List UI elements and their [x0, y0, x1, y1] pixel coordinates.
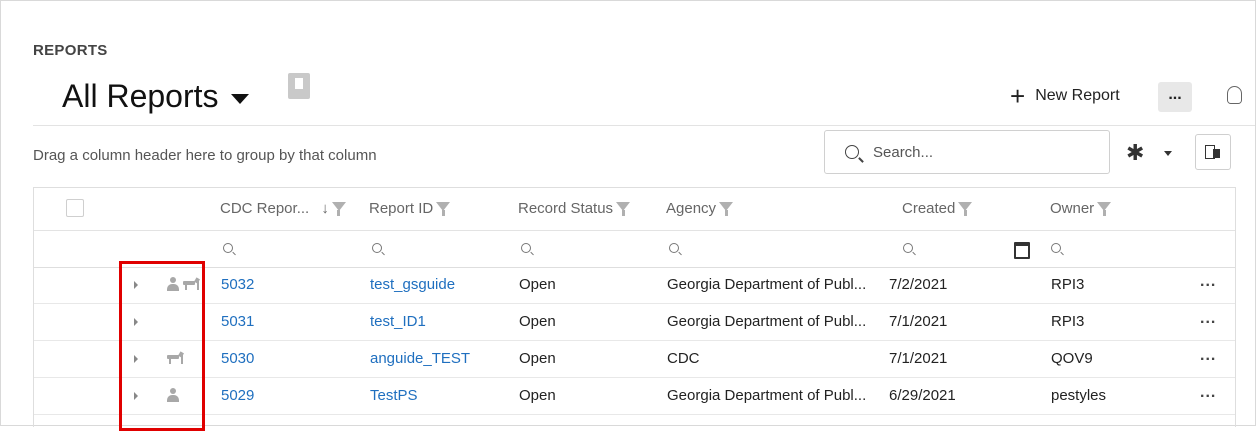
select-all-checkbox[interactable] — [66, 199, 84, 217]
row-actions-button[interactable]: ... — [1200, 304, 1216, 334]
search-icon — [845, 145, 859, 159]
column-header-record-status[interactable]: Record Status — [518, 188, 631, 230]
record-status: Open — [519, 387, 556, 404]
owner: RPI3 — [1051, 276, 1085, 293]
pin-icon[interactable] — [288, 73, 310, 99]
created-date: 7/2/2021 — [889, 276, 948, 293]
column-header-created[interactable]: Created — [902, 188, 973, 230]
new-report-label: New Report — [1035, 87, 1120, 104]
settings-caret-icon[interactable] — [1164, 151, 1172, 156]
agency: CDC — [667, 350, 700, 367]
row-actions-button[interactable]: ... — [1200, 267, 1216, 297]
cdc-report-link[interactable]: 5032 — [221, 267, 254, 303]
agency: Georgia Department of Publ... — [667, 276, 867, 293]
filter-search-icon[interactable] — [521, 243, 531, 253]
new-report-button[interactable]: + New Report — [1010, 81, 1120, 111]
filter-row — [34, 230, 1235, 268]
table-row[interactable]: 5032 test_gsguide Open Georgia Departmen… — [34, 267, 1235, 304]
filter-search-icon[interactable] — [1051, 243, 1061, 253]
search-box[interactable] — [824, 130, 1110, 174]
filter-icon[interactable] — [616, 202, 631, 216]
plus-icon: + — [1010, 81, 1026, 111]
reports-grid: CDC Repor... ↓ Report ID Record Status A… — [33, 187, 1236, 427]
record-status: Open — [519, 350, 556, 367]
filter-icon[interactable] — [436, 202, 451, 216]
cdc-report-link[interactable]: 5029 — [221, 378, 254, 414]
filter-icon[interactable] — [1097, 202, 1112, 216]
filter-icon[interactable] — [331, 202, 346, 216]
created-date: 7/1/2021 — [889, 350, 948, 367]
report-id-link[interactable]: anguide_TEST — [370, 341, 470, 377]
lightbulb-icon[interactable] — [1227, 86, 1242, 104]
filter-search-icon[interactable] — [223, 243, 233, 253]
report-id-link[interactable]: TestPS — [370, 378, 418, 414]
filter-search-icon[interactable] — [903, 243, 913, 253]
search-input[interactable] — [871, 142, 1075, 162]
filter-icon[interactable] — [719, 202, 734, 216]
owner: RPI3 — [1051, 313, 1085, 330]
row-actions-button[interactable]: ... — [1200, 341, 1216, 371]
record-status: Open — [519, 276, 556, 293]
column-chooser-button[interactable] — [1195, 134, 1231, 170]
report-id-link[interactable]: test_ID1 — [370, 304, 426, 340]
more-options-button[interactable]: ... — [1158, 82, 1192, 112]
column-header-owner[interactable]: Owner — [1050, 188, 1112, 230]
filter-icon[interactable] — [958, 202, 973, 216]
filter-search-icon[interactable] — [669, 243, 679, 253]
created-date: 6/29/2021 — [889, 387, 956, 404]
cdc-report-link[interactable]: 5031 — [221, 304, 254, 340]
created-date: 7/1/2021 — [889, 313, 948, 330]
table-row[interactable]: 5031 test_ID1 Open Georgia Department of… — [34, 304, 1235, 341]
owner: pestyles — [1051, 387, 1107, 404]
record-status: Open — [519, 313, 556, 330]
calendar-icon[interactable] — [1014, 242, 1030, 259]
column-header-cdc[interactable]: CDC Repor... ↓ — [220, 188, 346, 230]
group-by-hint[interactable]: Drag a column header here to group by th… — [33, 147, 377, 164]
filter-search-icon[interactable] — [372, 243, 382, 253]
cdc-report-link[interactable]: 5030 — [221, 341, 254, 377]
caret-down-icon — [230, 93, 249, 104]
owner: QOV9 — [1051, 350, 1093, 367]
view-selector[interactable]: All Reports — [62, 78, 249, 115]
agency: Georgia Department of Publ... — [667, 313, 867, 330]
view-title: All Reports — [62, 78, 219, 114]
sort-desc-icon: ↓ — [321, 200, 329, 217]
column-header-report-id[interactable]: Report ID — [369, 188, 451, 230]
table-row[interactable]: 5030 anguide_TEST Open CDC 7/1/2021 QOV9… — [34, 341, 1235, 378]
table-row[interactable]: 5029 TestPS Open Georgia Department of P… — [34, 378, 1235, 415]
section-label: REPORTS — [33, 42, 108, 59]
report-id-link[interactable]: test_gsguide — [370, 267, 455, 303]
divider — [33, 125, 1255, 126]
row-actions-button[interactable]: ... — [1200, 378, 1216, 408]
gear-icon[interactable]: ✱ — [1126, 140, 1144, 166]
highlight-box — [119, 261, 205, 431]
agency: Georgia Department of Publ... — [667, 387, 867, 404]
column-header-agency[interactable]: Agency — [666, 188, 734, 230]
